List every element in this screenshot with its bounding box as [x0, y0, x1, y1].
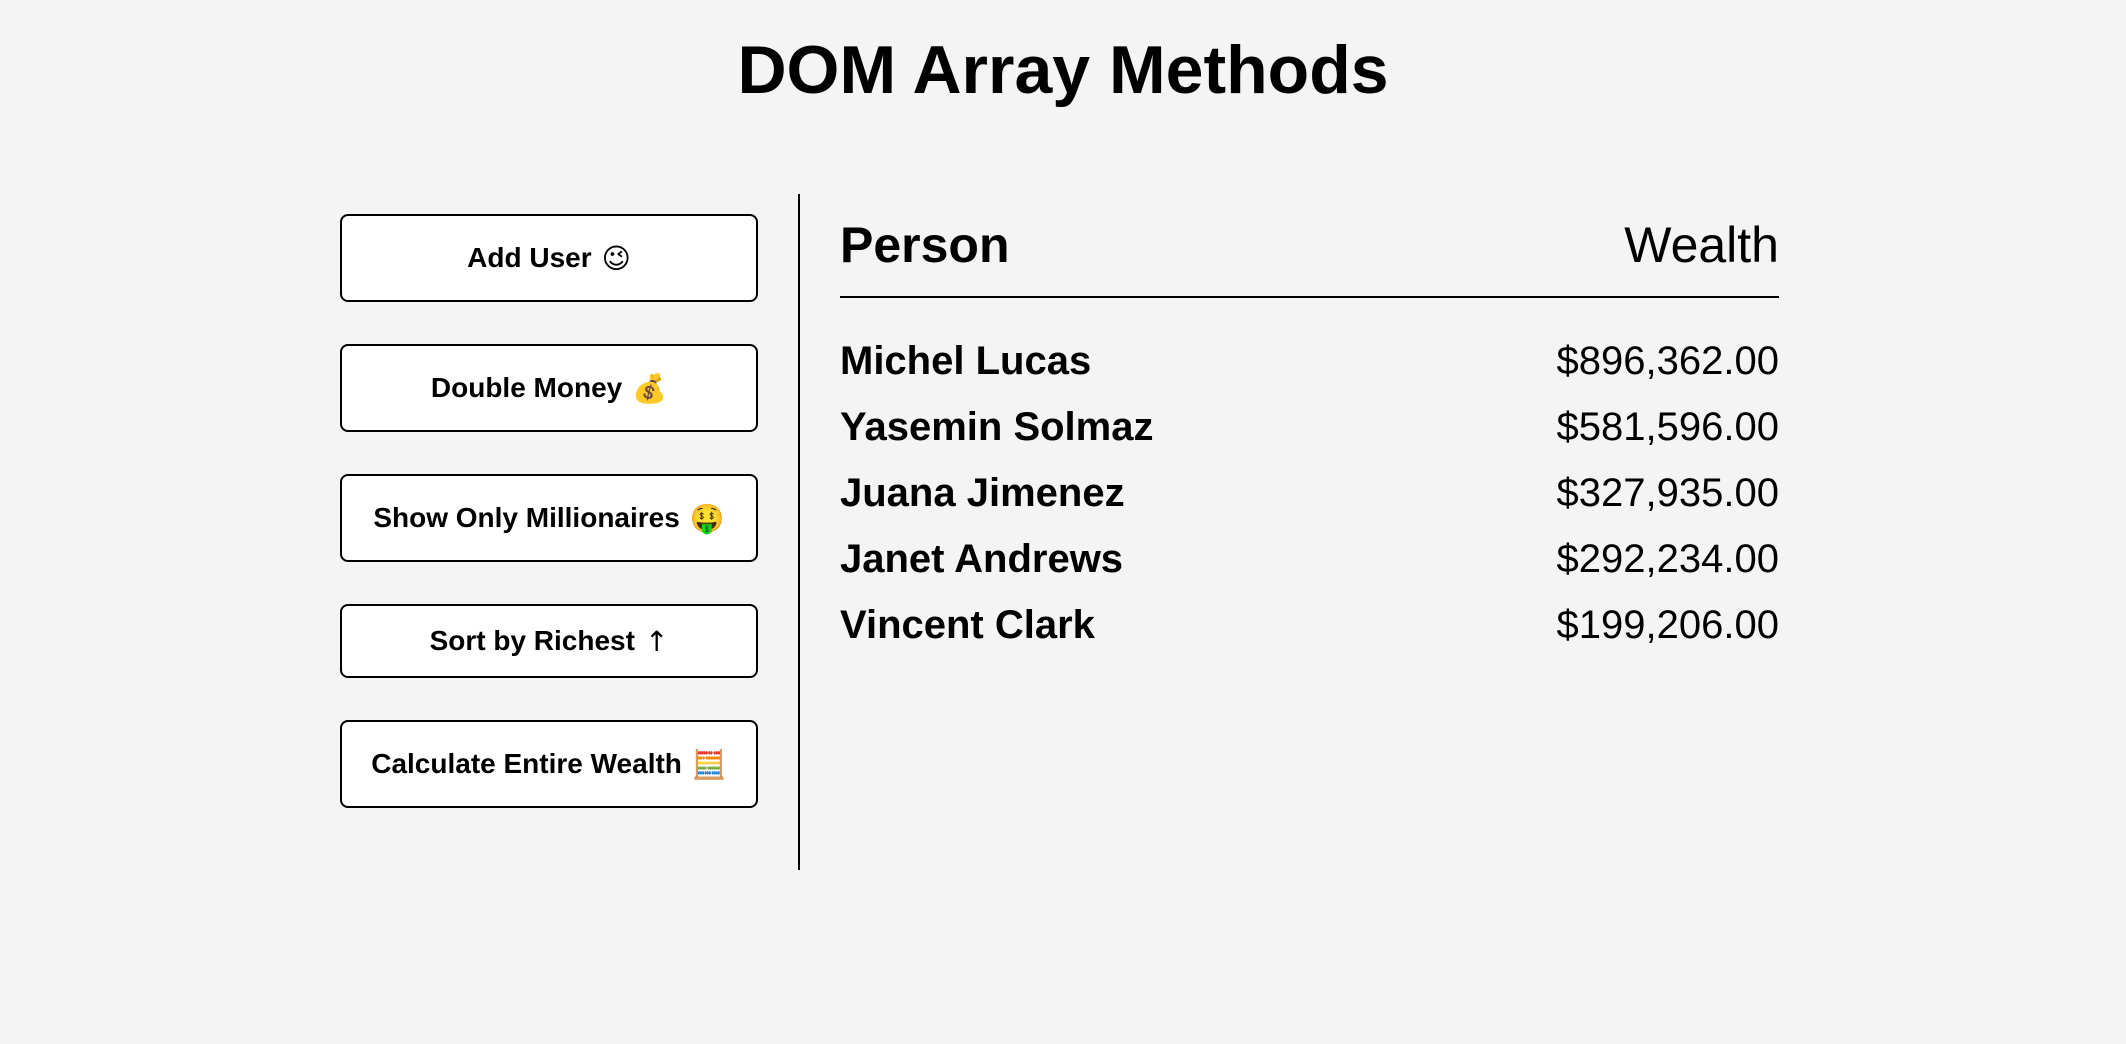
person-wealth: $327,935.00: [1556, 470, 1779, 515]
show-millionaires-button[interactable]: Show Only Millionaires 🤑: [340, 474, 758, 562]
add-user-button-label: Add User: [467, 242, 592, 273]
person-column-header: Person: [840, 217, 1010, 273]
person-wealth: $896,362.00: [1556, 338, 1779, 383]
table-row: Janet Andrews $292,234.00: [840, 526, 1779, 592]
person-name: Yasemin Solmaz: [840, 404, 1154, 449]
table-row: Vincent Clark $199,206.00: [840, 592, 1779, 658]
add-user-button[interactable]: Add User 😉: [340, 214, 758, 302]
sort-richest-button[interactable]: Sort by Richest ↑: [340, 604, 758, 678]
person-wealth: $292,234.00: [1556, 536, 1779, 581]
person-name: Juana Jimenez: [840, 470, 1125, 515]
table-row: Yasemin Solmaz $581,596.00: [840, 394, 1779, 460]
show-millionaires-button-label: Show Only Millionaires: [373, 502, 680, 533]
calculate-wealth-button[interactable]: Calculate Entire Wealth 🧮: [340, 720, 758, 808]
double-money-button[interactable]: Double Money 💰: [340, 344, 758, 432]
sort-richest-button-label: Sort by Richest: [429, 625, 635, 656]
person-name: Janet Andrews: [840, 536, 1124, 581]
vertical-divider: [798, 194, 800, 870]
person-wealth: $199,206.00: [1556, 602, 1779, 647]
table-row: Michel Lucas $896,362.00: [840, 328, 1779, 394]
person-name: Vincent Clark: [840, 602, 1095, 647]
arrow-up-icon: ↑: [644, 624, 669, 658]
page-title: DOM Array Methods: [737, 32, 1389, 108]
money-bag-icon: 💰: [632, 371, 668, 405]
person-wealth: $581,596.00: [1556, 404, 1779, 449]
table-row: Juana Jimenez $327,935.00: [840, 460, 1779, 526]
table-rows: Michel Lucas $896,362.00 Yasemin Solmaz …: [840, 328, 1779, 658]
money-face-icon: 🤑: [689, 501, 725, 535]
wink-icon: 😉: [601, 241, 631, 275]
table-header: Person Wealth: [840, 206, 1779, 298]
double-money-button-label: Double Money: [430, 372, 623, 403]
abacus-icon: 🧮: [691, 747, 727, 781]
wealth-table: Person Wealth Michel Lucas $896,362.00 Y…: [840, 206, 1779, 658]
wealth-column-header: Wealth: [1624, 217, 1779, 273]
person-name: Michel Lucas: [840, 338, 1092, 383]
calculate-wealth-button-label: Calculate Entire Wealth: [371, 748, 682, 779]
